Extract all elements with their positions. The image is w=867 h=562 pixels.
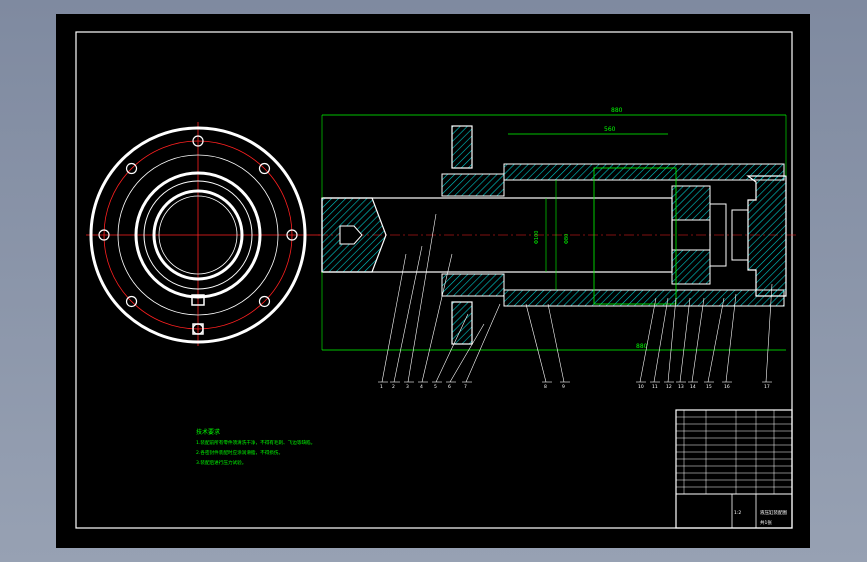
stroke-region — [593, 167, 677, 305]
callout-number: 12 — [666, 384, 672, 390]
parts-list-rows — [676, 410, 792, 494]
notes-title: 技术要求 — [196, 428, 220, 436]
dim-rod-label: Φ80 — [564, 234, 570, 244]
callout-number: 13 — [678, 384, 684, 390]
technical-notes: 技术要求 1.装配前所有零件须清洗干净，不得有毛刺、飞边等缺陷。 2.各密封件装… — [196, 428, 315, 466]
callout-number: 14 — [690, 384, 696, 390]
dim-stroke-label: 560 — [604, 126, 616, 133]
rear-cap — [746, 175, 787, 297]
front-head-top — [441, 173, 505, 197]
piston-bottom — [671, 249, 711, 285]
leader-line — [679, 297, 691, 383]
leader-line — [691, 297, 705, 383]
callout-number: 7 — [464, 384, 467, 390]
callout-number: 16 — [724, 384, 730, 390]
callout-number: 5 — [434, 384, 437, 390]
leader-line — [639, 297, 657, 383]
callout-number: 4 — [420, 384, 423, 390]
piston-top — [671, 185, 711, 221]
drawing-name: 液压缸装配图 — [760, 509, 787, 516]
dim-overall-label: 880 — [611, 107, 623, 114]
drawing-sheet-count: 共1张 — [760, 519, 772, 526]
cad-viewer: 880 560 880 Φ100 Φ80 1 2 3 4 5 6 7 8 9 10 11 12 13 14… — [0, 0, 867, 562]
callout-number: 9 — [562, 384, 565, 390]
assembly-drawing: 880 560 880 Φ100 Φ80 1 2 3 4 5 6 7 8 9 10 11 12 13 14… — [75, 31, 796, 529]
leader-line — [707, 297, 725, 383]
drawing-sheet[interactable]: 880 560 880 Φ100 Φ80 1 2 3 4 5 6 7 8 9 10 11 12 13 14… — [56, 14, 810, 548]
leader-line — [653, 297, 669, 383]
drawing-scale: 1:2 — [734, 510, 741, 516]
leader-line — [525, 303, 547, 383]
callout-number: 10 — [638, 384, 644, 390]
callout-number: 3 — [406, 384, 409, 390]
section-view — [318, 125, 796, 345]
end-view — [86, 122, 320, 346]
notes-line-3: 3.装配后进行压力试验。 — [196, 459, 246, 466]
barrel-top-wall — [503, 163, 785, 181]
callout-number: 11 — [652, 384, 658, 390]
leader-line — [667, 297, 677, 383]
callout-number: 1 — [380, 384, 383, 390]
dimensions: 880 560 880 Φ100 Φ80 — [321, 107, 787, 351]
dim-bore-label: Φ100 — [534, 231, 540, 244]
leader-line — [547, 303, 565, 383]
callout-number: 8 — [544, 384, 547, 390]
callout-number: 17 — [764, 384, 770, 390]
leader-line — [725, 293, 737, 383]
leader-line — [381, 253, 407, 383]
front-head-bottom — [441, 273, 505, 297]
leader-line — [407, 213, 437, 383]
callout-number: 15 — [706, 384, 712, 390]
front-flange-top — [451, 125, 473, 169]
callout-number: 6 — [448, 384, 451, 390]
notes-line-1: 1.装配前所有零件须清洗干净，不得有毛刺、飞边等缺陷。 — [196, 439, 315, 446]
title-block: 液压缸装配图 1:2 共1张 — [675, 409, 793, 529]
dim-bottom-label: 880 — [636, 343, 648, 350]
front-flange-bottom — [451, 301, 473, 345]
leader-line — [421, 253, 453, 383]
notes-line-2: 2.各密封件装配时应涂润滑脂，不得损伤。 — [196, 449, 283, 456]
leader-line — [393, 245, 423, 383]
callout-number: 2 — [392, 384, 395, 390]
